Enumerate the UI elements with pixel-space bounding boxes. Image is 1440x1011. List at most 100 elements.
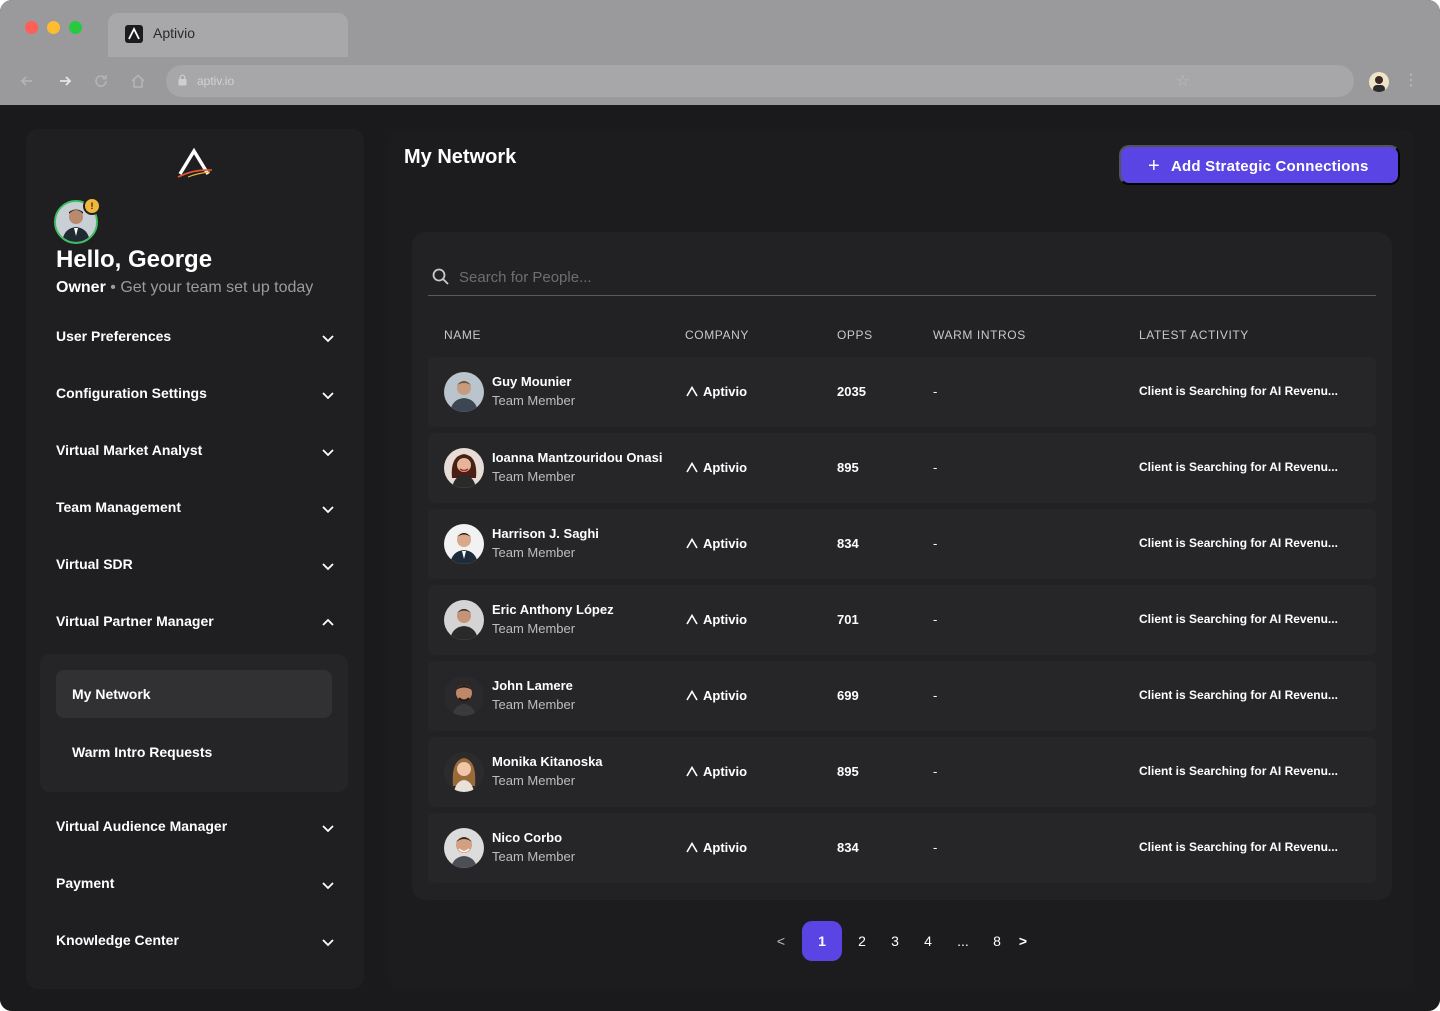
pagination-next[interactable]: > [1013, 921, 1033, 961]
latest-activity: Client is Searching for AI Revenu... [1139, 536, 1338, 550]
column-header-name[interactable]: NAME [444, 328, 481, 342]
warm-intros-value: - [933, 612, 938, 627]
pagination-page-8[interactable]: 8 [987, 921, 1007, 961]
role-separator: • [110, 279, 116, 296]
browser-tab[interactable]: Aptivio [108, 13, 348, 57]
close-window-button[interactable] [25, 21, 38, 34]
warning-icon[interactable]: ! [83, 197, 101, 215]
main-content: My Network + Add Strategic Connections N… [388, 129, 1414, 989]
warm-intros-value: - [933, 460, 938, 475]
sidebar-item-virtual-market-analyst[interactable]: Virtual Market Analyst [56, 440, 336, 464]
avatar [444, 752, 484, 792]
company-name: Aptivio [703, 384, 748, 399]
sidebar-item-my-network[interactable]: My Network [56, 670, 332, 718]
opps-value: 701 [837, 612, 859, 627]
sidebar-item-virtual-partner-manager[interactable]: Virtual Partner Manager [56, 611, 336, 635]
home-icon[interactable] [129, 72, 147, 90]
tab-title: Aptivio [153, 25, 196, 41]
aptivio-logo-icon [686, 765, 698, 777]
table-row[interactable]: Guy Mounier Team Member Aptivio 2035 - C… [428, 357, 1376, 427]
page-title: My Network [404, 146, 517, 168]
company-name: Aptivio [703, 764, 748, 779]
column-header-company[interactable]: COMPANY [685, 328, 749, 342]
plus-icon: + [1148, 155, 1160, 177]
avatar [444, 828, 484, 868]
person-role: Team Member [492, 849, 576, 864]
aptivio-logo-icon[interactable] [174, 147, 214, 186]
search-bar [428, 260, 1376, 296]
person-name[interactable]: Eric Anthony López [492, 602, 614, 617]
latest-activity: Client is Searching for AI Revenu... [1139, 612, 1338, 626]
sidebar-item-virtual-sdr[interactable]: Virtual SDR [56, 554, 336, 578]
sidebar-item-knowledge-center[interactable]: Knowledge Center [56, 930, 336, 954]
sidebar-item-label: Virtual Market Analyst [56, 442, 203, 458]
minimize-window-button[interactable] [47, 21, 60, 34]
opps-value: 2035 [837, 384, 866, 399]
add-strategic-connections-button[interactable]: + Add Strategic Connections [1119, 145, 1400, 185]
person-role: Team Member [492, 469, 576, 484]
pagination-page-3[interactable]: 3 [885, 921, 905, 961]
sidebar-item-label: My Network [72, 686, 151, 702]
person-name[interactable]: Ioanna Mantzouridou Onasi [492, 450, 662, 465]
chevron-down-icon [322, 825, 334, 833]
company-cell: Aptivio [686, 688, 747, 703]
reload-icon[interactable] [92, 72, 110, 90]
forward-icon[interactable] [56, 72, 74, 90]
table-row[interactable]: Ioanna Mantzouridou Onasi Team Member Ap… [428, 433, 1376, 503]
pagination-prev[interactable]: < [771, 921, 791, 961]
person-name[interactable]: Harrison J. Saghi [492, 526, 599, 541]
person-role: Team Member [492, 393, 576, 408]
sidebar-item-label: Knowledge Center [56, 932, 179, 948]
pagination: < 1 2 3 4 ... 8 > [388, 921, 1414, 961]
chevron-down-icon [322, 882, 334, 890]
column-header-latest-activity[interactable]: LATEST ACTIVITY [1139, 328, 1249, 342]
chevron-down-icon [322, 506, 334, 514]
sidebar-item-label: Payment [56, 875, 115, 891]
sidebar-item-payment[interactable]: Payment [56, 873, 336, 897]
sidebar-item-team-management[interactable]: Team Management [56, 497, 336, 521]
pagination-page-1[interactable]: 1 [802, 921, 842, 961]
kebab-icon[interactable]: ⋮ [1403, 70, 1419, 90]
lock-icon [178, 74, 187, 86]
table-row[interactable]: John Lamere Team Member Aptivio 699 - Cl… [428, 661, 1376, 731]
sidebar-item-label: Virtual SDR [56, 556, 133, 572]
avatar [444, 372, 484, 412]
sidebar-item-user-preferences[interactable]: User Preferences [56, 326, 336, 350]
table-row[interactable]: Monika Kitanoska Team Member Aptivio 895… [428, 737, 1376, 807]
person-name[interactable]: Guy Mounier [492, 374, 571, 389]
person-name[interactable]: John Lamere [492, 678, 573, 693]
avatar [444, 600, 484, 640]
company-name: Aptivio [703, 840, 748, 855]
person-role: Team Member [492, 773, 576, 788]
search-icon [432, 268, 449, 285]
chevron-down-icon [322, 335, 334, 343]
company-name: Aptivio [703, 612, 748, 627]
url-text: aptiv.io [197, 74, 235, 88]
role-label: Owner [56, 279, 106, 296]
address-bar[interactable]: aptiv.io ☆ [166, 65, 1354, 97]
column-header-warm-intros[interactable]: WARM INTROS [933, 328, 1026, 342]
column-header-opps[interactable]: OPPS [837, 328, 873, 342]
tagline: Get your team set up today [120, 279, 314, 296]
back-icon[interactable] [18, 72, 36, 90]
person-name[interactable]: Monika Kitanoska [492, 754, 603, 769]
pagination-page-4[interactable]: 4 [918, 921, 938, 961]
warm-intros-value: - [933, 840, 938, 855]
company-name: Aptivio [703, 460, 748, 475]
browser-window: Aptivio aptiv.io ☆ ⋮ ! Hello, George Own… [0, 0, 1440, 1011]
pagination-page-2[interactable]: 2 [852, 921, 872, 961]
browser-profile-avatar[interactable] [1369, 72, 1389, 92]
role-line: Owner • Get your team set up today [56, 279, 313, 297]
sidebar-item-configuration-settings[interactable]: Configuration Settings [56, 383, 336, 407]
table-row[interactable]: Eric Anthony López Team Member Aptivio 7… [428, 585, 1376, 655]
star-icon[interactable]: ☆ [1176, 71, 1190, 91]
table-row[interactable]: Harrison J. Saghi Team Member Aptivio 83… [428, 509, 1376, 579]
sidebar-item-warm-intro-requests[interactable]: Warm Intro Requests [56, 730, 332, 774]
latest-activity: Client is Searching for AI Revenu... [1139, 688, 1338, 702]
search-input[interactable] [459, 264, 1339, 290]
table-row[interactable]: Nico Corbo Team Member Aptivio 834 - Cli… [428, 813, 1376, 883]
aptivio-logo-icon [686, 537, 698, 549]
person-name[interactable]: Nico Corbo [492, 830, 562, 845]
maximize-window-button[interactable] [69, 21, 82, 34]
sidebar-item-virtual-audience-manager[interactable]: Virtual Audience Manager [56, 816, 336, 840]
